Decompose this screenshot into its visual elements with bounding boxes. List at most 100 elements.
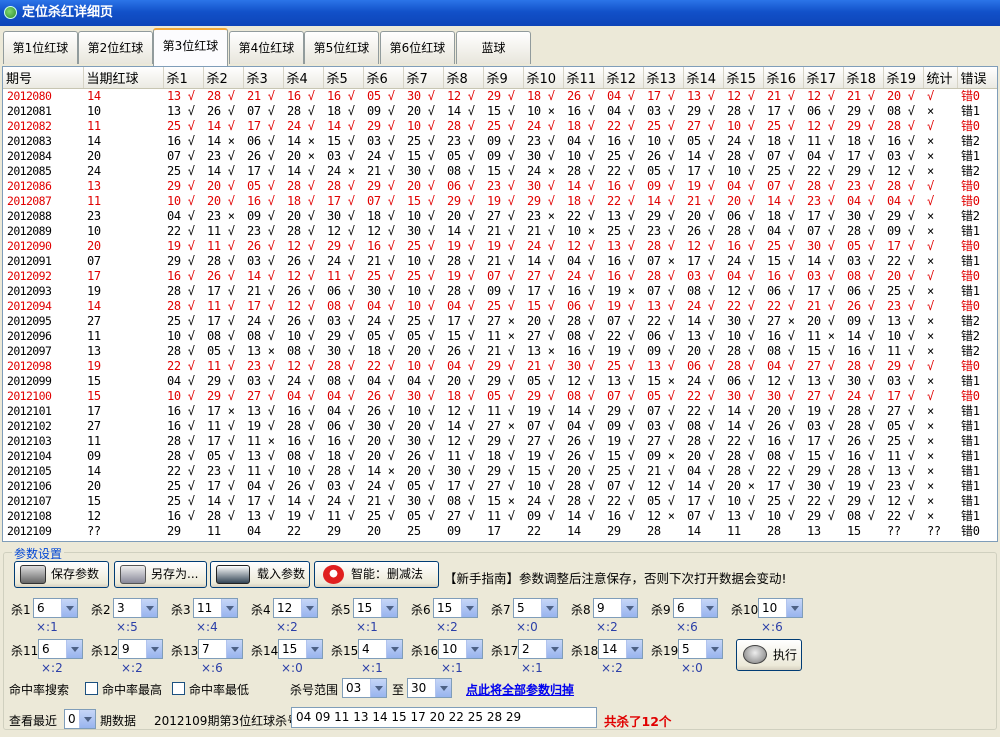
kill-select[interactable]: 6 bbox=[33, 598, 78, 618]
kill-select[interactable]: 4 bbox=[358, 639, 403, 659]
column-header[interactable]: 杀10 bbox=[523, 67, 564, 89]
reset-params-link[interactable]: 点此将全部参数归掉 bbox=[466, 681, 574, 698]
column-header[interactable]: 杀8 bbox=[443, 67, 484, 89]
column-header[interactable]: 杀13 bbox=[643, 67, 684, 89]
kill-select[interactable]: 5 bbox=[678, 639, 723, 659]
table-row[interactable]: 2012093 19 28 √ 17 √ 21 √ 26 √ 06 √ 30 √ 10 √ 28 … bbox=[3, 284, 997, 299]
column-header[interactable]: 杀16 bbox=[763, 67, 804, 89]
kill-select[interactable]: 10 bbox=[438, 639, 483, 659]
column-header[interactable]: 杀15 bbox=[723, 67, 764, 89]
column-header[interactable]: 统计 bbox=[923, 67, 958, 89]
table-row[interactable]: 2012100 15 10 √ 29 √ 27 √ 04 √ 04 √ 26 √ 30 √ 18 … bbox=[3, 389, 997, 404]
table-cell: 24 √ bbox=[367, 313, 395, 328]
table-row[interactable]: 2012081 10 13 √ 26 √ 07 √ 28 √ 18 √ 09 √ 20 √ 14 … bbox=[3, 104, 997, 119]
kill-select[interactable]: 14 bbox=[598, 639, 643, 659]
table-row[interactable]: 2012087 11 10 √ 20 √ 16 √ 18 √ 17 √ 07 √ 15 √ 29 … bbox=[3, 194, 997, 209]
column-header[interactable]: 杀1 bbox=[163, 67, 204, 89]
column-header[interactable]: 杀9 bbox=[483, 67, 524, 89]
smart-reduce-button[interactable]: 智能：删减法 bbox=[314, 561, 439, 588]
load-params-label: 载入参数 bbox=[257, 567, 306, 581]
column-header[interactable]: 杀14 bbox=[683, 67, 724, 89]
table-cell: 30 √ bbox=[567, 358, 595, 373]
table-cell: 07 √ bbox=[167, 148, 195, 163]
table-cell: × bbox=[927, 433, 934, 448]
column-header[interactable]: 期号 bbox=[3, 67, 84, 89]
recent-select[interactable]: 0 bbox=[64, 709, 96, 729]
table-row[interactable]: 2012091 07 29 √ 28 √ 03 √ 26 √ 24 √ 21 √ 10 √ 28 … bbox=[3, 254, 997, 269]
table-row[interactable]: 2012106 20 25 √ 17 √ 04 √ 26 √ 03 √ 24 √ 05 √ 17 … bbox=[3, 479, 997, 494]
table-row[interactable]: 2012096 11 10 √ 08 √ 08 √ 10 √ 29 √ 05 √ 05 √ 15 … bbox=[3, 329, 997, 344]
kill-select[interactable]: 10 bbox=[758, 598, 803, 618]
tab-position-4[interactable]: 第4位红球 bbox=[229, 31, 304, 64]
tab-position-1[interactable]: 第1位红球 bbox=[3, 31, 78, 64]
tab-position-2[interactable]: 第2位红球 bbox=[78, 31, 153, 64]
column-header[interactable]: 杀7 bbox=[403, 67, 444, 89]
column-header[interactable]: 错误 bbox=[957, 67, 997, 89]
kill-select[interactable]: 5 bbox=[513, 598, 558, 618]
table-row[interactable]: 2012101 17 16 √ 17 × 13 √ 16 √ 04 √ 26 √ 10 √ 12 … bbox=[3, 404, 997, 419]
table-cell: 20 √ bbox=[407, 463, 435, 478]
table-row[interactable]: 2012089 10 22 √ 11 √ 23 √ 28 √ 12 √ 12 √ 30 √ 14 … bbox=[3, 224, 997, 239]
table-row[interactable]: 2012085 24 25 √ 14 √ 17 √ 14 √ 24 × 21 √ 30 √ 08 … bbox=[3, 164, 997, 179]
column-header[interactable]: 杀11 bbox=[563, 67, 604, 89]
hit-rate-low-checkbox[interactable] bbox=[172, 682, 185, 695]
table-row[interactable]: 2012109?? 29 11 04 22 29 20 25 09 17 22 14 29 28 14 11 2… bbox=[3, 524, 997, 539]
column-header[interactable]: 杀12 bbox=[603, 67, 644, 89]
kill-select[interactable]: 2 bbox=[518, 639, 563, 659]
column-header[interactable]: 杀2 bbox=[203, 67, 244, 89]
kill-select[interactable]: 11 bbox=[193, 598, 238, 618]
table-row[interactable]: 2012108 12 16 √ 28 √ 13 √ 19 √ 11 √ 25 √ 05 √ 27 … bbox=[3, 509, 997, 524]
range-to-select[interactable]: 30 bbox=[407, 678, 452, 698]
hit-rate-high-checkbox[interactable] bbox=[85, 682, 98, 695]
table-row[interactable]: 2012097 13 28 √ 05 √ 13 × 08 √ 30 √ 18 √ 20 √ 26 … bbox=[3, 344, 997, 359]
kill-select[interactable]: 15 bbox=[353, 598, 398, 618]
table-row[interactable]: 2012080 14 13 √ 28 √ 21 √ 16 √ 16 √ 05 √ 30 √ 12 … bbox=[3, 88, 997, 104]
result-field[interactable]: 04 09 11 13 14 15 17 20 22 25 28 29 bbox=[291, 707, 597, 728]
table-row[interactable]: 2012098 19 22 √ 11 √ 23 √ 12 √ 28 √ 22 √ 10 √ 04 … bbox=[3, 359, 997, 374]
column-header[interactable]: 杀4 bbox=[283, 67, 324, 89]
table-row[interactable]: 2012092 17 16 √ 26 √ 14 √ 12 √ 11 √ 25 √ 25 √ 19 … bbox=[3, 269, 997, 284]
column-header[interactable]: 杀19 bbox=[883, 67, 924, 89]
kill-select[interactable]: 7 bbox=[198, 639, 243, 659]
table-row[interactable]: 2012095 27 25 √ 17 √ 24 √ 26 √ 03 √ 24 √ 25 √ 17 … bbox=[3, 314, 997, 329]
save-params-button[interactable]: 保存参数 bbox=[14, 561, 109, 588]
tab-position-7[interactable]: 蓝球 bbox=[456, 31, 531, 64]
column-header[interactable]: 杀17 bbox=[803, 67, 844, 89]
table-row[interactable]: 2012083 14 16 √ 14 × 06 √ 14 × 15 √ 03 √ 25 √ 23 … bbox=[3, 134, 997, 149]
table-cell: 20 bbox=[87, 148, 101, 163]
table-row[interactable]: 2012102 27 16 √ 11 √ 19 √ 28 √ 06 √ 30 √ 20 √ 14 … bbox=[3, 419, 997, 434]
kill-select[interactable]: 12 bbox=[273, 598, 318, 618]
table-row[interactable]: 2012099 15 04 √ 29 √ 03 √ 24 √ 08 √ 04 √ 04 √ 20 … bbox=[3, 374, 997, 389]
table-row[interactable]: 2012084 20 07 √ 23 √ 26 √ 20 × 03 √ 24 √ 15 √ 05 … bbox=[3, 149, 997, 164]
kill-select[interactable]: 3 bbox=[113, 598, 158, 618]
kill-select[interactable]: 9 bbox=[118, 639, 163, 659]
table-row[interactable]: 2012086 13 29 √ 20 √ 05 √ 28 √ 28 √ 29 √ 20 √ 06 … bbox=[3, 179, 997, 194]
table-cell: 05 √ bbox=[847, 238, 875, 253]
table-row[interactable]: 2012103 11 28 √ 17 √ 11 × 16 √ 16 √ 20 √ 30 √ 12 … bbox=[3, 434, 997, 449]
kill-select[interactable]: 6 bbox=[38, 639, 83, 659]
load-params-button[interactable]: 载入参数 bbox=[210, 561, 310, 588]
table-row[interactable]: 2012107 15 25 √ 14 √ 17 √ 14 √ 24 √ 21 √ 30 √ 08 … bbox=[3, 494, 997, 509]
column-header[interactable]: 杀3 bbox=[243, 67, 284, 89]
table-row[interactable]: 2012094 14 28 √ 11 √ 17 √ 12 √ 08 √ 04 √ 10 √ 04 … bbox=[3, 299, 997, 314]
table-row[interactable]: 2012090 20 19 √ 11 √ 26 √ 12 √ 29 √ 16 √ 25 √ 19 … bbox=[3, 239, 997, 254]
kill-select[interactable]: 9 bbox=[593, 598, 638, 618]
table-cell: 16 √ bbox=[887, 133, 915, 148]
table-row[interactable]: 2012088 23 04 √ 23 × 09 √ 20 √ 30 √ 18 √ 10 √ 20 … bbox=[3, 209, 997, 224]
column-header[interactable]: 杀5 bbox=[323, 67, 364, 89]
column-header[interactable]: 当期红球 bbox=[83, 67, 164, 89]
range-from-select[interactable]: 03 bbox=[342, 678, 387, 698]
run-button[interactable]: 执行 bbox=[736, 639, 802, 671]
column-header[interactable]: 杀6 bbox=[363, 67, 404, 89]
table-row[interactable]: 2012082 11 25 √ 14 √ 17 √ 24 √ 14 √ 29 √ 10 √ 28 … bbox=[3, 119, 997, 134]
kill-select[interactable]: 6 bbox=[673, 598, 718, 618]
tab-position-6[interactable]: 第6位红球 bbox=[380, 31, 455, 64]
kill-select[interactable]: 15 bbox=[433, 598, 478, 618]
tab-position-3[interactable]: 第3位红球 bbox=[153, 28, 228, 66]
kill-select[interactable]: 15 bbox=[278, 639, 323, 659]
tab-position-5[interactable]: 第5位红球 bbox=[304, 31, 379, 64]
table-row[interactable]: 2012105 14 22 √ 23 √ 11 √ 10 √ 28 √ 14 × 20 √ 30 … bbox=[3, 464, 997, 479]
save-as-button[interactable]: 另存为... bbox=[114, 561, 207, 588]
column-header[interactable]: 杀18 bbox=[843, 67, 884, 89]
table-row[interactable]: 2012104 09 28 √ 05 √ 13 √ 08 √ 18 √ 20 √ 26 √ 11 … bbox=[3, 449, 997, 464]
